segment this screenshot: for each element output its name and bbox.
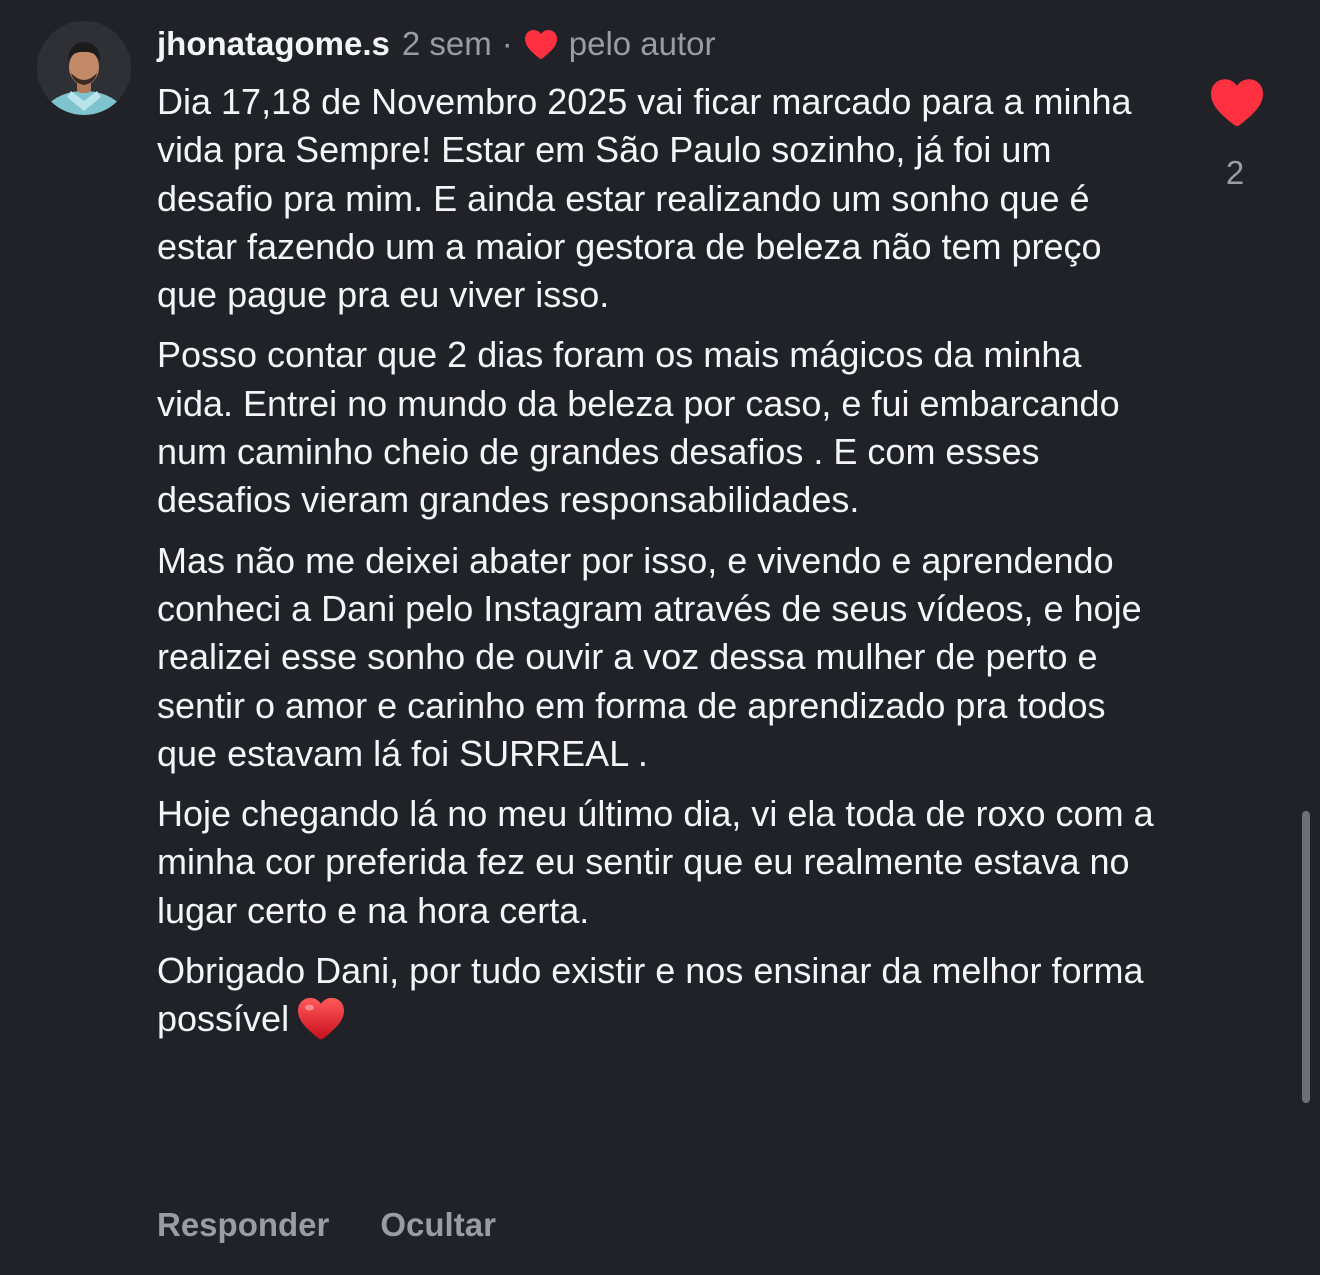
comment-paragraph-1: Dia 17,18 de Novembro 2025 vai ficar mar… — [157, 81, 1132, 316]
separator-dot: · — [501, 25, 513, 62]
avatar[interactable] — [37, 21, 131, 115]
comment-time: 2 sem — [401, 25, 492, 62]
like-button[interactable] — [1208, 76, 1266, 128]
comment-paragraph-2: Posso contar que 2 dias foram os mais má… — [157, 334, 1120, 521]
comment-paragraph-3: Mas não me deixei abater por isso, e viv… — [157, 539, 1142, 774]
avatar-image — [37, 21, 131, 115]
comment-actions: Responder Ocultar — [157, 1206, 496, 1244]
scrollbar[interactable] — [1302, 811, 1310, 1103]
author-label: pelo autor — [568, 25, 716, 62]
author-heart-icon — [523, 28, 559, 60]
comment-paragraph-4: Hoje chegando lá no meu último dia, vi e… — [157, 793, 1154, 931]
like-count[interactable]: 2 — [1200, 154, 1270, 192]
heart-icon — [1211, 79, 1263, 127]
comment-paragraph-5-wrap: Obrigado Dani, por tudo existir e nos en… — [157, 947, 1167, 1044]
hide-button[interactable]: Ocultar — [380, 1206, 496, 1244]
username-link[interactable]: jhonatagome.s — [157, 25, 390, 63]
red-heart-emoji-icon — [295, 995, 347, 1041]
comment-header: jhonatagome.s 2 sem · pelo autor — [157, 22, 716, 66]
reply-button[interactable]: Responder — [157, 1206, 329, 1244]
comment: jhonatagome.s 2 sem · pelo autor Dia 17,… — [0, 0, 1320, 1275]
comment-body: Dia 17,18 de Novembro 2025 vai ficar mar… — [157, 78, 1167, 1056]
